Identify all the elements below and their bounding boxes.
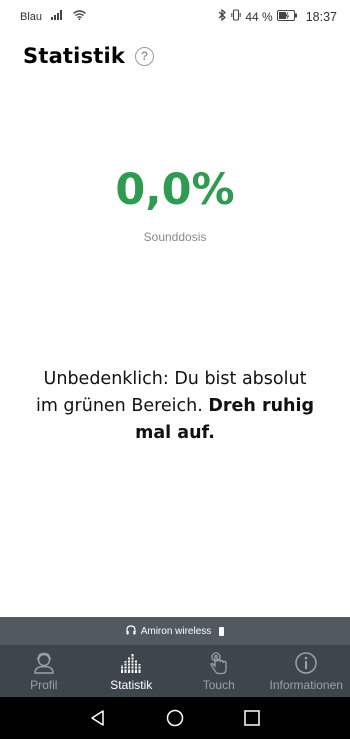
- nav-label: Informationen: [269, 678, 343, 692]
- wifi-icon: [73, 10, 86, 23]
- nav-item-informationen[interactable]: Informationen: [263, 645, 350, 697]
- battery-percent: 44 %: [245, 9, 273, 24]
- status-left: Blau: [20, 10, 86, 23]
- nav-label: Profil: [30, 678, 58, 692]
- info-icon: [294, 651, 318, 675]
- recent-apps-icon[interactable]: [242, 708, 262, 733]
- nav-item-profil[interactable]: Profil: [0, 645, 88, 697]
- home-icon[interactable]: [165, 708, 185, 733]
- profile-icon: [32, 651, 56, 675]
- signal-icon: [51, 10, 64, 23]
- nav-label: Touch: [202, 678, 235, 692]
- page-title: Statistik: [23, 44, 126, 68]
- carrier-name: Blau: [20, 10, 43, 23]
- help-icon[interactable]: ?: [135, 46, 155, 66]
- headphones-icon: [126, 624, 136, 638]
- page-header: Statistik ?: [23, 44, 155, 68]
- vibrate-icon: [231, 9, 242, 24]
- status-right: 44 % 18:37: [218, 8, 337, 24]
- statistics-icon: [119, 651, 143, 675]
- back-icon[interactable]: [88, 708, 108, 733]
- nav-item-touch[interactable]: Touch: [175, 645, 263, 697]
- sound-dose-value: 0,0%: [115, 165, 235, 215]
- clock: 18:37: [305, 9, 337, 24]
- device-battery-icon: [219, 626, 225, 636]
- system-navigation-bar: [0, 697, 350, 739]
- bluetooth-icon: [218, 8, 227, 24]
- device-status-bar[interactable]: Amiron wireless: [0, 617, 350, 645]
- battery-icon: [276, 9, 298, 24]
- nav-label: Statistik: [110, 678, 153, 692]
- touch-icon: [207, 651, 231, 675]
- bottom-navigation: Profil Statistik Touch Informationen: [0, 645, 350, 697]
- device-name: Amiron wireless: [140, 625, 212, 637]
- sound-dose-label: Sounddosis: [143, 230, 207, 244]
- nav-item-statistik[interactable]: Statistik: [88, 645, 176, 697]
- dose-message: Unbedenklich: Du bist absolut im grünen …: [30, 366, 320, 447]
- status-bar: Blau 44 % 18:37: [0, 0, 350, 32]
